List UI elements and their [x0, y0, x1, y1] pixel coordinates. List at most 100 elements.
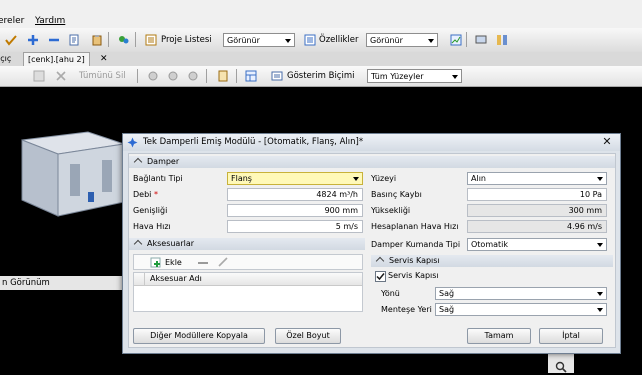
- direction-select[interactable]: Sağ: [435, 287, 607, 300]
- hinge-select[interactable]: Sağ: [435, 303, 607, 316]
- height-value: 300: [568, 206, 584, 215]
- clipboard-icon[interactable]: [90, 33, 103, 46]
- display-mode-icon: [270, 69, 283, 82]
- accessories-list-header: Aksesuar Adı: [134, 273, 362, 286]
- accessories-toolbar: Ekle: [133, 254, 363, 270]
- chevron-up-icon: [375, 256, 385, 266]
- properties-icon: [303, 33, 316, 46]
- delete-all-button[interactable]: Tümünü Sil: [79, 71, 126, 81]
- properties-label: Özellikler: [319, 35, 359, 45]
- save-disabled-icon: [32, 69, 45, 82]
- view-icon[interactable]: [146, 69, 159, 82]
- chevron-down-icon: [597, 308, 603, 312]
- document-tabbar: ıçıç [cenk].[ahu 2] ✕: [0, 52, 642, 66]
- calc-air-speed-label: Hesaplanan Hava Hızı: [371, 222, 459, 231]
- main-toolbar: Proje Listesi Görünür Özellikler Görünür: [0, 28, 642, 53]
- chart-icon[interactable]: [449, 33, 462, 46]
- check-icon[interactable]: [4, 33, 17, 46]
- air-speed-unit: m/s: [343, 222, 358, 231]
- hinge-label: Menteşe Yeri: [381, 305, 432, 314]
- add-accessory-button[interactable]: Ekle: [165, 258, 182, 267]
- service-door-header-label: Servis Kapısı: [389, 256, 440, 265]
- add-icon[interactable]: [26, 33, 39, 46]
- dialog-titlebar[interactable]: Tek Damperli Emiş Modülü - [Otomatik, Fl…: [123, 134, 620, 151]
- dialog-body: Damper Bağlantı Tipi Flanş Debi * 4824 m…: [128, 153, 616, 348]
- tab-active[interactable]: [cenk].[ahu 2]: [23, 52, 90, 66]
- damper-section-header[interactable]: Damper: [129, 156, 615, 168]
- direction-label: Yönü: [381, 289, 400, 298]
- pressure-drop-label: Basınç Kaybı: [371, 190, 422, 199]
- report-icon[interactable]: [216, 69, 229, 82]
- close-icon[interactable]: ✕: [600, 136, 614, 148]
- chevron-down-icon: [428, 39, 434, 43]
- air-speed-value: 5: [335, 222, 341, 231]
- width-value: 900: [324, 206, 340, 215]
- menu-item-partial[interactable]: ereler: [0, 16, 24, 26]
- flow-unit: m³/h: [339, 190, 358, 199]
- view-toolbar: Tümünü Sil Gösterim Biçimi Tüm Yüzeyler: [0, 66, 642, 87]
- chevron-down-icon: [285, 39, 291, 43]
- monitor-icon[interactable]: [474, 33, 487, 46]
- width-field[interactable]: 900 mm: [227, 204, 363, 217]
- damper-module-dialog: Tek Damperli Emiş Modülü - [Otomatik, Fl…: [122, 133, 621, 354]
- accessory-name-column[interactable]: Aksesuar Adı: [150, 274, 202, 283]
- flow-label: Debi *: [133, 190, 158, 199]
- menu-item-help[interactable]: Yardım: [35, 16, 65, 26]
- project-list-value: Görünür: [227, 36, 260, 45]
- custom-size-button[interactable]: Özel Boyut: [275, 328, 341, 344]
- flow-field[interactable]: 4824 m³/h: [227, 188, 363, 201]
- tools-icon[interactable]: [495, 33, 508, 46]
- surface-select[interactable]: Alın: [467, 172, 607, 185]
- calc-air-speed-value: 4.96: [566, 222, 585, 231]
- remove-icon[interactable]: [47, 33, 60, 46]
- remove-icon[interactable]: [198, 262, 208, 264]
- connection-type-select[interactable]: Flanş: [227, 172, 363, 185]
- chevron-up-icon: [133, 157, 143, 167]
- height-unit: mm: [586, 206, 602, 215]
- project-list-select[interactable]: Görünür: [223, 33, 295, 47]
- width-unit: mm: [342, 206, 358, 215]
- control-type-value: Otomatik: [471, 240, 509, 249]
- accessories-section-header[interactable]: Aksesuarlar: [129, 238, 365, 250]
- delete-icon: [54, 69, 67, 82]
- air-speed-label: Hava Hızı: [133, 222, 171, 231]
- layout-icon[interactable]: [244, 69, 257, 82]
- width-label: Genişliği: [133, 206, 168, 215]
- pressure-drop-field[interactable]: 10 Pa: [467, 188, 607, 201]
- tree-icon[interactable]: [116, 33, 129, 46]
- view3-icon[interactable]: [186, 69, 199, 82]
- damper-header-label: Damper: [147, 157, 180, 166]
- tab-partial[interactable]: ıçıç: [0, 52, 15, 66]
- properties-select[interactable]: Görünür: [366, 33, 438, 47]
- menu-bar: ereler Yardım: [0, 0, 642, 28]
- height-label: Yüksekliği: [371, 206, 411, 215]
- display-mode-select[interactable]: Tüm Yüzeyler: [367, 69, 462, 83]
- ok-button[interactable]: Tamam: [467, 328, 531, 344]
- copy-to-modules-button[interactable]: Diğer Modüllere Kopyala: [133, 328, 265, 344]
- chevron-down-icon: [353, 177, 359, 181]
- close-icon[interactable]: ✕: [96, 52, 112, 66]
- edit-icon[interactable]: [218, 257, 228, 269]
- calc-air-speed-field: 4.96 m/s: [467, 220, 607, 233]
- service-door-checkbox-label: Servis Kapısı: [388, 271, 439, 280]
- control-type-select[interactable]: Otomatik: [467, 238, 607, 251]
- height-field: 300 mm: [467, 204, 607, 217]
- service-door-section-header[interactable]: Servis Kapısı: [371, 255, 613, 267]
- accessories-list[interactable]: Aksesuar Adı: [133, 272, 363, 312]
- pressure-drop-unit: Pa: [592, 190, 602, 199]
- service-door-checkbox[interactable]: [375, 271, 386, 282]
- project-list-label: Proje Listesi: [161, 35, 212, 45]
- ahu-3d-model: [18, 130, 128, 220]
- display-mode-value: Tüm Yüzeyler: [371, 72, 424, 81]
- view2-icon[interactable]: [166, 69, 179, 82]
- properties-value: Görünür: [370, 36, 403, 45]
- air-speed-field[interactable]: 5 m/s: [227, 220, 363, 233]
- flow-value: 4824: [316, 190, 337, 199]
- chevron-up-icon: [133, 239, 143, 249]
- document-icon[interactable]: [67, 33, 80, 46]
- cancel-button[interactable]: İptal: [539, 328, 603, 344]
- surface-label: Yüzeyi: [371, 174, 397, 183]
- display-mode-label: Gösterim Biçimi: [287, 71, 355, 81]
- flow-label-text: Debi: [133, 190, 152, 199]
- required-marker: *: [153, 190, 158, 199]
